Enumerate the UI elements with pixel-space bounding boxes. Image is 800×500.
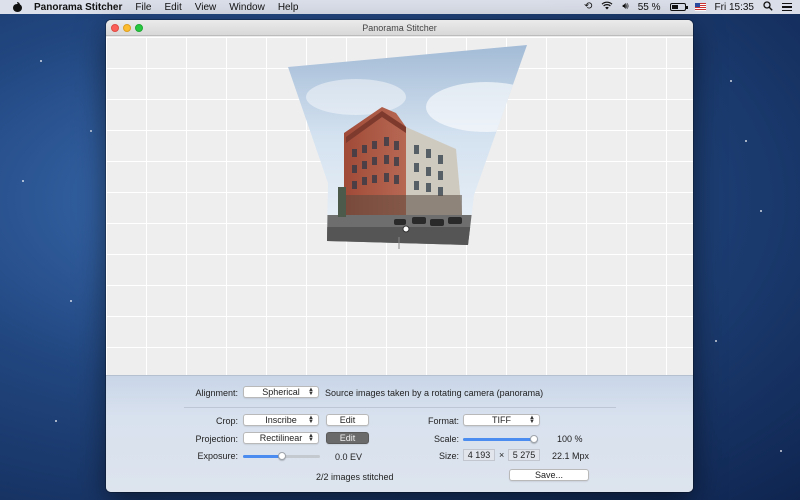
star (760, 210, 762, 212)
star (730, 80, 732, 82)
star (40, 60, 42, 62)
menu-bar: Panorama Stitcher File Edit View Window … (0, 0, 800, 14)
star (715, 340, 717, 342)
star (90, 130, 92, 132)
crop-label: Crop: (215, 416, 238, 426)
stitched-panorama (288, 45, 527, 245)
menu-app-name[interactable]: Panorama Stitcher (34, 2, 122, 13)
menu-window[interactable]: Window (229, 2, 265, 13)
app-window: Panorama Stitcher Alignment: Spherical ▲… (106, 20, 693, 492)
chevron-updown-icon: ▲ ▼ (308, 387, 314, 397)
panorama-image (288, 45, 527, 249)
chevron-updown-icon: ▲ ▼ (308, 415, 314, 425)
title-bar[interactable]: Panorama Stitcher (106, 20, 693, 36)
menu-extras: ⟲ 🔊︎ 55 % Fri 15:35 (584, 0, 792, 14)
exposure-slider-fill (243, 455, 282, 458)
scale-slider-thumb[interactable] (530, 435, 538, 443)
size-megapixels: 22.1 Mpx (552, 451, 590, 461)
menu-view[interactable]: View (195, 2, 217, 13)
zoom-window-button[interactable] (135, 24, 143, 32)
volume-icon[interactable]: 🔊︎ (622, 2, 628, 12)
panel-divider (184, 407, 616, 408)
scale-label: Scale: (433, 434, 459, 444)
time-machine-icon[interactable]: ⟲ (584, 2, 592, 12)
format-select[interactable]: TIFF ▲ ▼ (463, 414, 540, 426)
stitch-status: 2/2 images stitched (316, 472, 394, 482)
notification-center-icon[interactable] (782, 2, 792, 12)
battery-icon[interactable] (669, 3, 688, 11)
save-button[interactable]: Save... (509, 469, 589, 481)
star (70, 300, 72, 302)
rotation-handle-icon[interactable] (402, 225, 410, 233)
wifi-icon[interactable] (601, 1, 613, 13)
size-separator: × (499, 450, 505, 460)
chevron-updown-icon: ▲ ▼ (308, 433, 314, 443)
star (55, 420, 57, 422)
alignment-select-value: Spherical (262, 387, 300, 397)
projection-label: Projection: (195, 434, 238, 444)
spotlight-icon[interactable] (763, 0, 773, 14)
stitch-settings-panel: Alignment: Spherical ▲ ▼ Source images ta… (106, 375, 693, 492)
minimize-window-button[interactable] (123, 24, 131, 32)
menu-file[interactable]: File (135, 2, 151, 13)
size-height-field[interactable]: 5 275 (508, 449, 540, 461)
exposure-label: Exposure: (197, 451, 238, 461)
scale-slider-fill (463, 438, 538, 441)
crop-select[interactable]: Inscribe ▲ ▼ (243, 414, 319, 426)
panorama-preview[interactable] (106, 37, 693, 375)
crop-select-value: Inscribe (265, 415, 297, 425)
format-select-value: TIFF (492, 415, 511, 425)
close-window-button[interactable] (111, 24, 119, 32)
alignment-description: Source images taken by a rotating camera… (325, 388, 544, 398)
star (745, 140, 747, 142)
size-width-field[interactable]: 4 193 (463, 449, 495, 461)
format-label: Format: (427, 416, 459, 426)
battery-percentage[interactable]: 55 % (638, 2, 661, 13)
input-source-flag-icon[interactable] (694, 3, 706, 11)
exposure-slider[interactable] (243, 452, 320, 460)
projection-select[interactable]: Rectilinear ▲ ▼ (243, 432, 319, 444)
chevron-updown-icon: ▲ ▼ (529, 415, 535, 425)
alignment-label: Alignment: (195, 388, 238, 398)
crop-edit-button[interactable]: Edit (326, 414, 369, 426)
projection-select-value: Rectilinear (259, 433, 303, 443)
scale-value: 100 % (557, 434, 583, 444)
exposure-slider-thumb[interactable] (277, 452, 286, 460)
window-title: Panorama Stitcher (362, 22, 437, 33)
alignment-select[interactable]: Spherical ▲ ▼ (243, 386, 319, 398)
menu-clock[interactable]: Fri 15:35 (715, 2, 754, 13)
menu-help[interactable]: Help (278, 2, 299, 13)
menu-edit[interactable]: Edit (165, 2, 182, 13)
window-controls (111, 24, 143, 32)
size-label: Size: (438, 451, 459, 461)
star (780, 450, 782, 452)
projection-edit-button[interactable]: Edit (326, 432, 369, 444)
scale-slider[interactable] (463, 435, 538, 443)
star (22, 180, 24, 182)
exposure-value: 0.0 EV (335, 452, 363, 462)
apple-icon[interactable] (12, 2, 24, 12)
